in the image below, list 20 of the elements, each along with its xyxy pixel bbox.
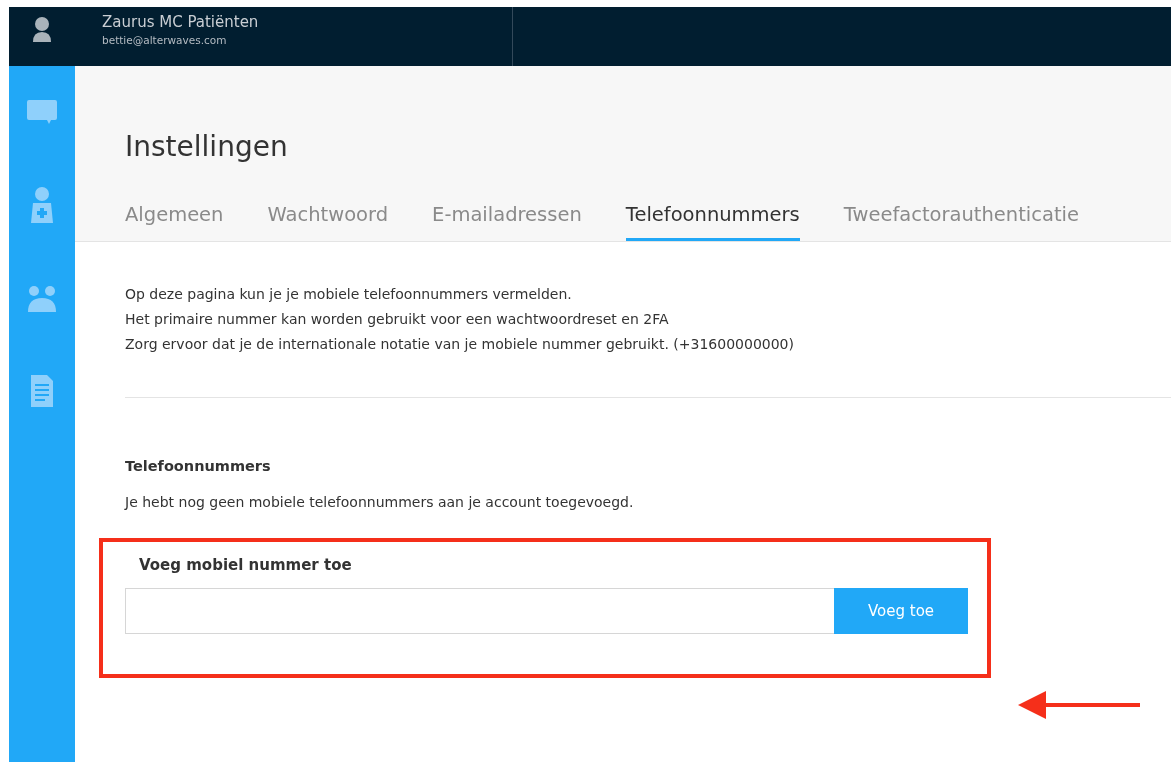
phone-input[interactable] — [125, 588, 834, 634]
section-title: Telefoonnummers — [125, 458, 272, 474]
settings-tab[interactable]: Algemeen — [125, 203, 224, 241]
app-title: Zaurus MC Patiënten — [102, 13, 260, 31]
intro-text: Op deze pagina kun je je mobiele telefoonnummers vermelden. — [125, 286, 573, 302]
settings-tab[interactable]: E-mailadressen — [432, 203, 582, 241]
intro-text: Zorg ervoor dat je de internationale notatie van je mobiele nummer gebruikt. (+31600000000) — [125, 336, 795, 352]
settings-tab[interactable]: Wachtwoord — [267, 203, 389, 241]
intro-text: Het primaire nummer kan worden gebruikt voor een wachtwoordreset en 2FA — [125, 311, 670, 327]
page-title: Instellingen — [125, 130, 289, 163]
field-label: Voeg mobiel nummer toe — [139, 556, 353, 574]
settings-tab[interactable]: Telefoonnummers — [625, 203, 800, 241]
add-button[interactable]: Voeg toe — [834, 588, 968, 634]
chat-icon[interactable] — [27, 100, 57, 124]
user-email: bettie@alterwaves.com — [102, 34, 228, 46]
nurse-icon[interactable] — [30, 187, 54, 223]
empty-message: Je hebt nog geen mobiele telefoonnummers aan je account toegevoegd. — [125, 494, 635, 510]
document-icon[interactable] — [29, 375, 55, 409]
arrow-icon — [1018, 690, 1142, 720]
settings-tab[interactable]: Tweefactorauthenticatie — [843, 203, 1079, 241]
